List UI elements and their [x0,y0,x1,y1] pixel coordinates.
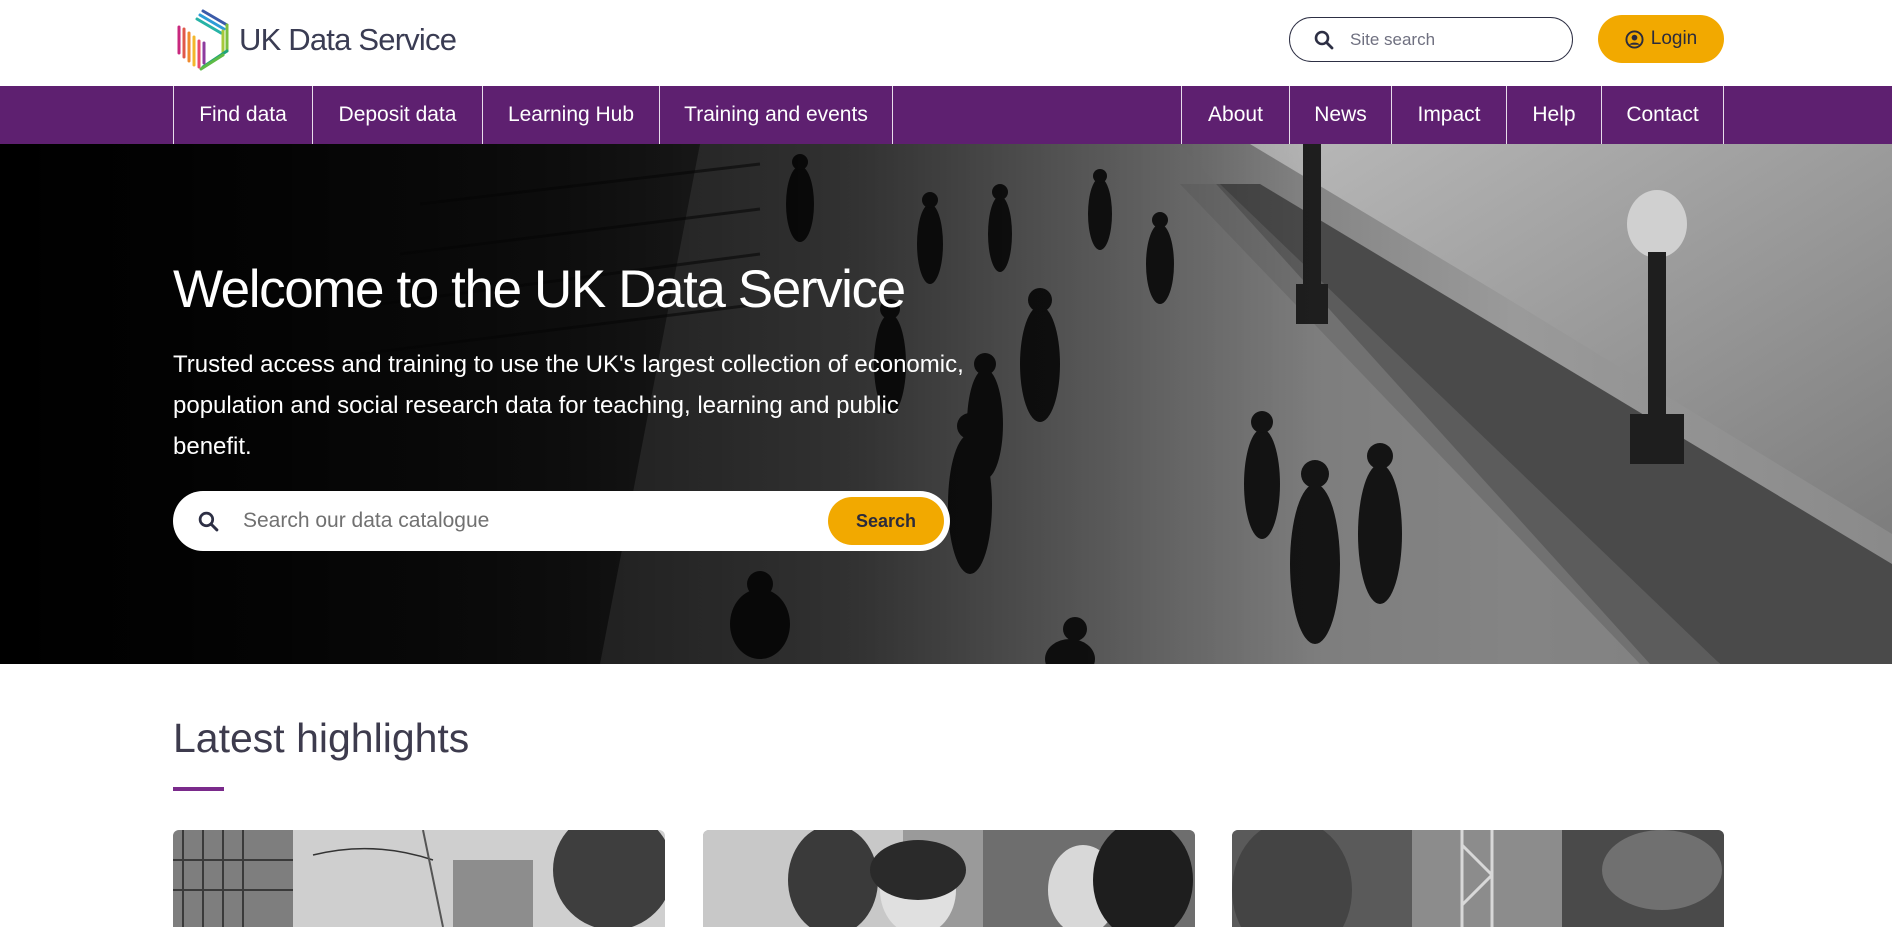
catalogue-search-box[interactable]: Search [173,491,950,551]
nav-item-impact[interactable]: Impact [1391,86,1506,144]
highlights-title: Latest highlights [173,715,470,761]
nav-item-label: Find data [199,103,287,126]
catalogue-search-input[interactable] [243,509,803,533]
user-circle-icon [1625,29,1651,49]
nav-item-label: Help [1532,103,1576,126]
nav-item-label: About [1208,103,1263,126]
site-header: UK Data Service Login [0,0,1892,86]
nav-item-label: News [1314,103,1367,126]
nav-item-news[interactable]: News [1289,86,1391,144]
nav-item-label: Impact [1417,103,1481,126]
nav-item-label: Deposit data [338,103,457,126]
logo-text: UK Data Service [239,22,457,57]
logo-mark-icon [177,9,229,71]
hero-description: Trusted access and training to use the U… [173,351,964,460]
nav-item-learning-hub[interactable]: Learning Hub [482,86,659,144]
nav-item-find-data[interactable]: Find data [173,86,312,144]
nav-item-about[interactable]: About [1181,86,1289,144]
login-button[interactable]: Login [1598,15,1724,63]
highlight-card-image [703,830,1195,927]
site-search-box[interactable] [1289,17,1573,62]
nav-item-deposit-data[interactable]: Deposit data [312,86,482,144]
nav-item-label: Contact [1626,103,1699,126]
hero-banner: Welcome to the UK Data Service Trusted a… [0,144,1892,664]
search-icon [1314,30,1334,50]
highlight-card-1[interactable] [173,830,665,927]
nav-item-training-events[interactable]: Training and events [659,86,893,144]
main-nav: Find data Deposit data Learning Hub Trai… [0,86,1892,144]
nav-item-label: Training and events [684,103,868,126]
highlight-card-2[interactable] [703,830,1195,927]
nav-item-help[interactable]: Help [1506,86,1601,144]
site-logo[interactable]: UK Data Service [173,7,457,73]
section-underline [173,787,224,791]
highlight-card-image [173,830,665,927]
nav-item-label: Learning Hub [507,103,635,126]
search-icon [198,511,219,532]
nav-item-contact[interactable]: Contact [1601,86,1724,144]
highlight-card-image [1232,830,1724,927]
site-search-input[interactable] [1350,29,1550,50]
hero-title: Welcome to the UK Data Service [173,260,906,319]
highlight-card-3[interactable] [1232,830,1724,927]
login-label: Login [1650,28,1698,49]
catalogue-search-button[interactable]: Search [828,497,944,545]
